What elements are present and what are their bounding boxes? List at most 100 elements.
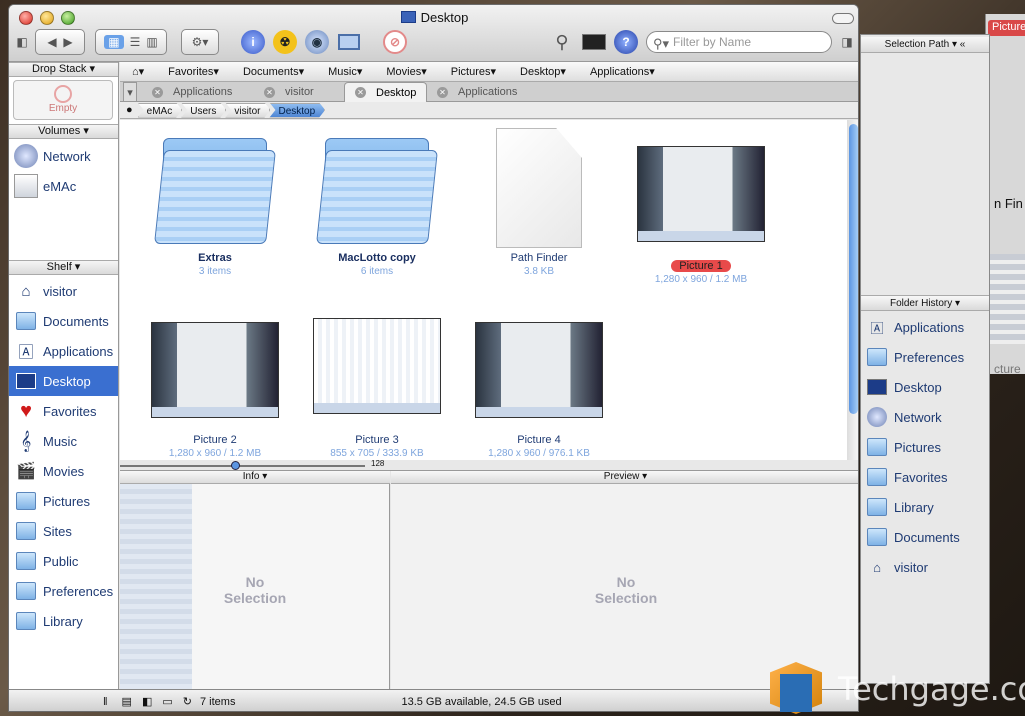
history-item-favorites[interactable]: Favorites: [865, 462, 989, 492]
selection-path-header[interactable]: Selection Path ▾ «: [861, 37, 989, 53]
volumes-header[interactable]: Volumes ▾: [9, 124, 118, 139]
breadcrumb-desktop[interactable]: Desktop: [269, 103, 325, 118]
file-info: 855 x 705 / 333.9 KB: [330, 448, 424, 459]
history-item-visitor[interactable]: ⌂ visitor: [865, 552, 989, 582]
refresh-icon[interactable]: ↻: [183, 695, 192, 708]
shelf-item-library[interactable]: Library: [9, 606, 118, 636]
display-button[interactable]: [336, 29, 362, 55]
delete-button[interactable]: ⊘: [382, 29, 408, 55]
grip-icon[interactable]: ‖: [103, 696, 108, 708]
get-info-button[interactable]: i: [240, 29, 266, 55]
info-panel-header[interactable]: Info ▾: [120, 471, 390, 484]
terminal-button[interactable]: [581, 29, 607, 55]
burn-button[interactable]: ☢: [272, 29, 298, 55]
history-item-pictures[interactable]: Pictures: [865, 432, 989, 462]
breadcrumb-emac[interactable]: eMAc: [138, 103, 183, 118]
back-forward-buttons[interactable]: ◀ ▶: [35, 29, 85, 55]
menu-music[interactable]: Music▾: [316, 65, 362, 78]
tab-close-icon[interactable]: ✕: [437, 86, 448, 98]
drop-stack-area[interactable]: Empty: [13, 80, 113, 120]
folder-icon: [865, 345, 889, 369]
tab-desktop[interactable]: ✕ Desktop: [344, 82, 428, 102]
shelf-item-desktop[interactable]: Desktop: [9, 366, 118, 396]
drop-stack-header[interactable]: Drop Stack ▾: [9, 62, 118, 77]
apple-icon[interactable]: ●: [126, 104, 133, 116]
file-info: 1,280 x 960 / 1.2 MB: [654, 274, 748, 285]
shelf-item-sites[interactable]: Sites: [9, 516, 118, 546]
collapse-icon[interactable]: «: [960, 39, 966, 50]
split-view-icon[interactable]: ◧: [142, 695, 152, 708]
shelf-item-applications[interactable]: 🄰 Applications: [9, 336, 118, 366]
home-menu-icon[interactable]: ⌂▾: [132, 65, 144, 78]
monitor-icon: [338, 34, 360, 50]
menu-desktop[interactable]: Desktop▾: [508, 65, 566, 78]
menu-applications[interactable]: Applications▾: [578, 65, 655, 78]
file-item[interactable]: Path Finder 3.8 KB: [464, 128, 614, 277]
tab-close-icon[interactable]: ✕: [355, 87, 366, 98]
scrollbar-thumb[interactable]: [849, 124, 858, 414]
shelf-item-favorites[interactable]: ♥ Favorites: [9, 396, 118, 426]
home-icon: ⌂: [21, 282, 31, 300]
icon-size-slider[interactable]: 128: [120, 459, 858, 471]
column-view-icon[interactable]: ▥: [146, 35, 157, 49]
tab-close-icon[interactable]: ✕: [152, 86, 163, 98]
file-item[interactable]: Picture 4 1,280 x 960 / 976.1 KB: [464, 322, 614, 459]
tab-menu-icon[interactable]: ▾: [123, 82, 137, 102]
toolbar-toggle-button[interactable]: [832, 13, 854, 24]
menu-movies[interactable]: Movies▾: [374, 65, 426, 78]
back-arrow-icon[interactable]: ◀: [47, 35, 56, 49]
shelf-item-music[interactable]: 𝄞 Music: [9, 426, 118, 456]
action-menu-button[interactable]: ⚙▾: [181, 29, 219, 55]
history-item-network[interactable]: Network: [865, 402, 989, 432]
breadcrumb-visitor[interactable]: visitor: [225, 103, 270, 118]
search-input[interactable]: ⚲▾ Filter by Name: [646, 31, 832, 53]
menu-documents[interactable]: Documents▾: [231, 65, 304, 78]
find-button[interactable]: ⚲: [549, 29, 575, 55]
panel-toggle-icon[interactable]: ▤: [122, 695, 132, 708]
slider-track[interactable]: [120, 465, 365, 467]
file-item[interactable]: MacLotto copy 6 items: [302, 128, 452, 277]
shelf-item-pictures[interactable]: Pictures: [9, 486, 118, 516]
history-item-applications[interactable]: 🄰 Applications: [865, 312, 989, 342]
tab-visitor[interactable]: ✕ visitor: [264, 82, 314, 102]
network-icon: [865, 405, 889, 429]
history-item-documents[interactable]: Documents: [865, 522, 989, 552]
bottom-panel-icon[interactable]: ▭: [162, 695, 172, 708]
list-view-icon[interactable]: ☰: [130, 35, 141, 49]
shelf-item-public[interactable]: Public: [9, 546, 118, 576]
shelf-item-visitor[interactable]: ⌂ visitor: [9, 276, 118, 306]
folder-icon: [865, 525, 889, 549]
menu-favorites[interactable]: Favorites▾: [156, 65, 219, 78]
icon-view-icon[interactable]: ▦: [104, 35, 124, 49]
file-item[interactable]: Picture 1 1,280 x 960 / 1.2 MB: [626, 146, 776, 285]
view-mode-selector[interactable]: ▦ ☰ ▥: [95, 29, 167, 55]
help-button[interactable]: ?: [613, 29, 639, 55]
folder-history-header[interactable]: Folder History ▾: [861, 295, 989, 311]
shelf-item-documents[interactable]: Documents: [9, 306, 118, 336]
volume-network[interactable]: Network: [9, 141, 118, 171]
shelf-item-movies[interactable]: 🎬 Movies: [9, 456, 118, 486]
history-item-library[interactable]: Library: [865, 492, 989, 522]
shelf-item-preferences[interactable]: Preferences: [9, 576, 118, 606]
sidebar-toggle-icon[interactable]: ◨: [840, 29, 854, 55]
file-item[interactable]: Picture 3 855 x 705 / 333.9 KB: [302, 318, 452, 459]
tab-applications-2[interactable]: ✕ Applications: [437, 82, 517, 102]
file-grid: Extras 3 items MacLotto copy 6 items Pat…: [120, 120, 847, 460]
shelf-header[interactable]: Shelf ▾: [9, 260, 118, 275]
history-item-desktop[interactable]: Desktop: [865, 372, 989, 402]
drawer-toggle-icon[interactable]: ◧: [15, 29, 29, 55]
breadcrumb-users[interactable]: Users: [181, 103, 226, 118]
preview-panel-header[interactable]: Preview ▾: [391, 471, 858, 484]
history-item-preferences[interactable]: Preferences: [865, 342, 989, 372]
vertical-scrollbar[interactable]: [847, 120, 858, 460]
file-item[interactable]: Extras 3 items: [140, 128, 290, 277]
volume-emac[interactable]: eMAc: [9, 171, 118, 201]
file-item[interactable]: Picture 2 1,280 x 960 / 1.2 MB: [140, 322, 290, 459]
forward-arrow-icon[interactable]: ▶: [63, 35, 72, 49]
tab-close-icon[interactable]: ✕: [264, 86, 275, 98]
network-button[interactable]: ◉: [304, 29, 330, 55]
menu-pictures[interactable]: Pictures▾: [439, 65, 496, 78]
tab-applications[interactable]: ✕ Applications: [152, 82, 232, 102]
favorites-menubar: ⌂▾ Favorites▾ Documents▾ Music▾ Movies▾ …: [120, 62, 858, 82]
slider-knob[interactable]: [231, 461, 240, 470]
